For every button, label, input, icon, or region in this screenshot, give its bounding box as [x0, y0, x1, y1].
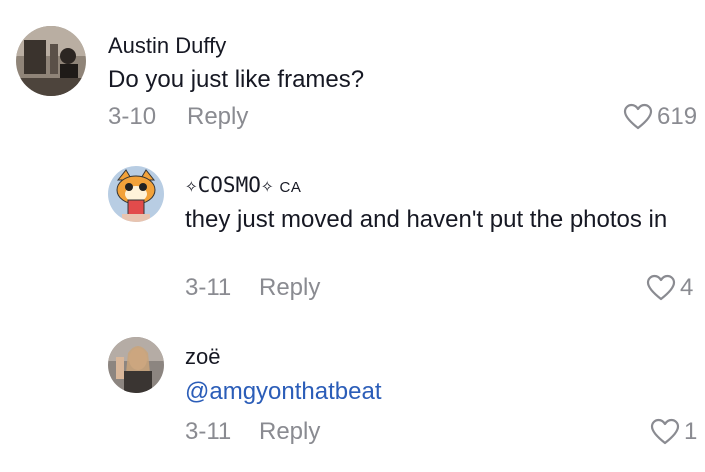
comment-author[interactable]: Austin Duffy [108, 33, 226, 59]
avatar-cosmo[interactable] [108, 166, 164, 222]
avatar-austin-duffy[interactable] [16, 26, 86, 96]
like-button[interactable]: 619 [623, 103, 697, 131]
heart-outline-icon [646, 274, 676, 301]
like-count: 619 [657, 103, 698, 130]
comment-text: they just moved and haven't put the phot… [185, 206, 668, 233]
comment-date: 3-10 [108, 103, 157, 130]
avatar-zoe[interactable] [108, 337, 164, 393]
like-count: 4 [680, 274, 694, 301]
comment-date: 3-11 [185, 418, 232, 445]
reply-button[interactable]: Reply [259, 274, 320, 302]
comment-date: 3-11 [185, 274, 232, 301]
avatar-photo [16, 26, 86, 96]
heart-outline-icon [650, 418, 680, 445]
comment-text: Do you just like frames? [108, 66, 365, 93]
reply-button[interactable]: Reply [259, 418, 320, 446]
like-count: 1 [684, 418, 698, 445]
reply-button[interactable]: Reply [187, 103, 248, 131]
author-badge: CA [279, 179, 302, 196]
comment-author[interactable]: zoë [185, 344, 220, 370]
like-button[interactable]: 1 [650, 418, 697, 446]
author-name: ✧COSMO✧ [185, 173, 274, 197]
heart-outline-icon [623, 103, 653, 130]
mention-link[interactable]: @amgyonthatbeat [185, 375, 382, 408]
like-button[interactable]: 4 [646, 274, 693, 302]
comment-author[interactable]: ✧COSMO✧ CA [185, 172, 301, 198]
avatar-photo [108, 166, 164, 222]
avatar-photo [108, 337, 164, 393]
